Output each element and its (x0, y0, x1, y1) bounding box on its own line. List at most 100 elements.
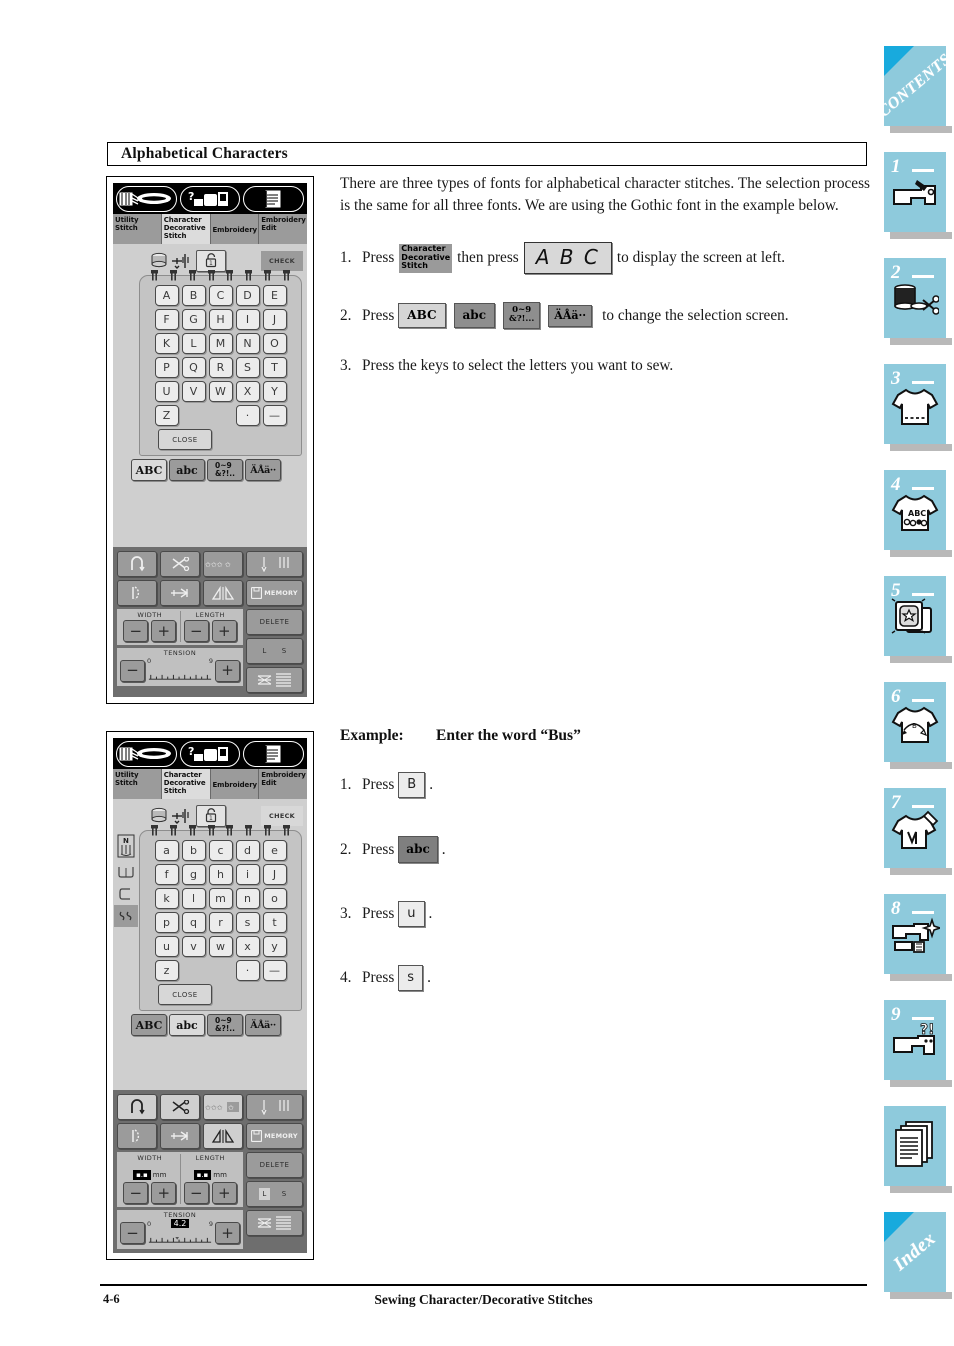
tension-minus-button[interactable]: − (120, 659, 145, 682)
letter-key[interactable]: H (208, 309, 233, 330)
tab-embroidery[interactable]: Embroidery (210, 214, 260, 244)
letter-key[interactable]: Q (181, 357, 206, 378)
letter-key[interactable]: O (262, 333, 287, 354)
sel-key-abc-upper[interactable]: ABC (398, 303, 446, 329)
letter-key[interactable]: l (181, 888, 206, 909)
letter-key[interactable]: M (208, 333, 233, 354)
check-button[interactable]: CHECK (261, 250, 303, 271)
tension-minus-button[interactable]: − (120, 1222, 145, 1244)
needle-position-button[interactable] (117, 580, 157, 606)
letter-key[interactable]: o (262, 888, 287, 909)
letter-key[interactable]: U (154, 381, 179, 402)
letter-key[interactable]: B (181, 285, 206, 306)
tab-utility-stitch[interactable]: Utility Stitch (113, 769, 162, 799)
presser-foot-option-3-selected[interactable] (114, 905, 138, 927)
sidetab-chapter-3[interactable]: 3 (884, 364, 952, 451)
sidetab-chapter-8[interactable]: 8 (884, 894, 952, 981)
thread-cutter-button[interactable] (160, 551, 200, 577)
font-key-accents[interactable]: ÄÅä·· (245, 1014, 281, 1036)
letter-key[interactable]: s (235, 912, 260, 933)
help-machine-icon[interactable]: ? (179, 740, 241, 767)
stitch-density-button[interactable] (246, 667, 303, 693)
example-key-u[interactable]: u (398, 901, 425, 927)
stitch-density-button[interactable] (246, 1210, 303, 1236)
font-key-abc-lower[interactable]: abc (169, 1014, 205, 1036)
auto-pattern-button[interactable]: ✩✩✩ ✩ (203, 1094, 243, 1120)
letter-key[interactable]: I (235, 309, 260, 330)
sidetab-index[interactable]: Index (884, 1212, 952, 1299)
letter-key[interactable]: Z (154, 405, 179, 426)
needle-position-button[interactable] (117, 1123, 157, 1149)
sidetab-chapter-1[interactable]: 1 (884, 152, 952, 239)
letter-key[interactable]: m (208, 888, 233, 909)
manual-pages-icon[interactable] (243, 740, 305, 767)
needle-thread-icon[interactable] (116, 740, 177, 767)
letter-key[interactable]: X (235, 381, 260, 402)
letter-key[interactable]: G (181, 309, 206, 330)
tension-plus-button[interactable]: + (215, 1222, 240, 1244)
width-plus-button[interactable]: + (151, 620, 177, 642)
length-plus-button[interactable]: + (211, 620, 237, 642)
length-plus-button[interactable]: + (211, 1182, 237, 1204)
letter-key[interactable]: p (154, 912, 179, 933)
letter-key[interactable]: A (154, 285, 179, 306)
length-minus-button[interactable]: − (183, 1182, 209, 1204)
example-key-abc-lower[interactable]: abc (398, 836, 438, 863)
width-minus-button[interactable]: − (123, 1182, 149, 1204)
letter-key[interactable]: v (181, 936, 206, 957)
example-key-s[interactable]: s (398, 965, 424, 991)
letter-key[interactable]: g (181, 864, 206, 885)
sidetab-chapter-4[interactable]: 4 ABC (884, 470, 952, 557)
letter-key[interactable]: n (235, 888, 260, 909)
letter-key[interactable]: P (154, 357, 179, 378)
letter-key[interactable]: Y (262, 381, 287, 402)
abc-font-chip[interactable]: A B C (523, 242, 612, 275)
font-key-abc-lower[interactable]: abc (169, 459, 205, 481)
letter-key[interactable]: e (262, 840, 287, 861)
sidetab-chapter-2[interactable]: 2 (884, 258, 952, 345)
letter-key[interactable]: k (154, 888, 179, 909)
sidetab-chapter-5[interactable]: 5 (884, 576, 952, 663)
manual-pages-icon[interactable] (243, 185, 305, 212)
letter-key[interactable]: d (235, 840, 260, 861)
letter-key[interactable]: y (262, 936, 287, 957)
reverse-stitch-button[interactable] (117, 1094, 157, 1120)
tab-embroidery[interactable]: Embroidery (210, 769, 260, 799)
reverse-stitch-button[interactable] (117, 551, 157, 577)
needle-mode-button[interactable] (246, 551, 303, 577)
letter-key[interactable]: S (235, 357, 260, 378)
font-key-symbols[interactable]: 0~9 &?!.. (207, 459, 243, 481)
letter-key[interactable]: R (208, 357, 233, 378)
mirror-image-button[interactable] (203, 1123, 243, 1149)
delete-button[interactable]: DELETE (246, 1152, 303, 1178)
needle-mode-button[interactable] (246, 1094, 303, 1120)
period-key[interactable]: · (235, 405, 260, 426)
lock-unlock-button[interactable]: 1 (196, 804, 226, 827)
letter-key[interactable]: V (181, 381, 206, 402)
letter-key[interactable]: w (208, 936, 233, 957)
letter-key[interactable]: L (181, 333, 206, 354)
length-minus-button[interactable]: − (183, 620, 209, 642)
letter-key[interactable]: x (235, 936, 260, 957)
example-key-b[interactable]: B (398, 772, 426, 798)
sidetab-appendix[interactable] (884, 1106, 952, 1193)
letter-key[interactable]: K (154, 333, 179, 354)
font-key-symbols[interactable]: 0~9 &?!.. (207, 1014, 243, 1036)
letter-key[interactable]: c (208, 840, 233, 861)
twin-needle-button[interactable] (160, 580, 200, 606)
tab-utility-stitch[interactable]: Utility Stitch (113, 214, 162, 244)
letter-key[interactable]: J (262, 864, 287, 885)
tab-character-decorative-stitch[interactable]: Character Decorative Stitch (161, 214, 211, 244)
font-key-accents[interactable]: ÄÅä·· (245, 459, 281, 481)
check-button[interactable]: CHECK (261, 805, 303, 826)
presser-foot-option-2[interactable] (114, 883, 138, 905)
twin-needle-button[interactable] (160, 1123, 200, 1149)
letter-key[interactable]: z (154, 960, 179, 981)
letter-key[interactable]: N (235, 333, 260, 354)
letter-key[interactable]: b (181, 840, 206, 861)
tab-embroidery-edit[interactable]: Embroidery Edit (259, 214, 307, 244)
letter-key[interactable]: J (262, 309, 287, 330)
letter-key[interactable]: h (208, 864, 233, 885)
letter-key[interactable]: q (181, 912, 206, 933)
letter-key[interactable]: i (235, 864, 260, 885)
